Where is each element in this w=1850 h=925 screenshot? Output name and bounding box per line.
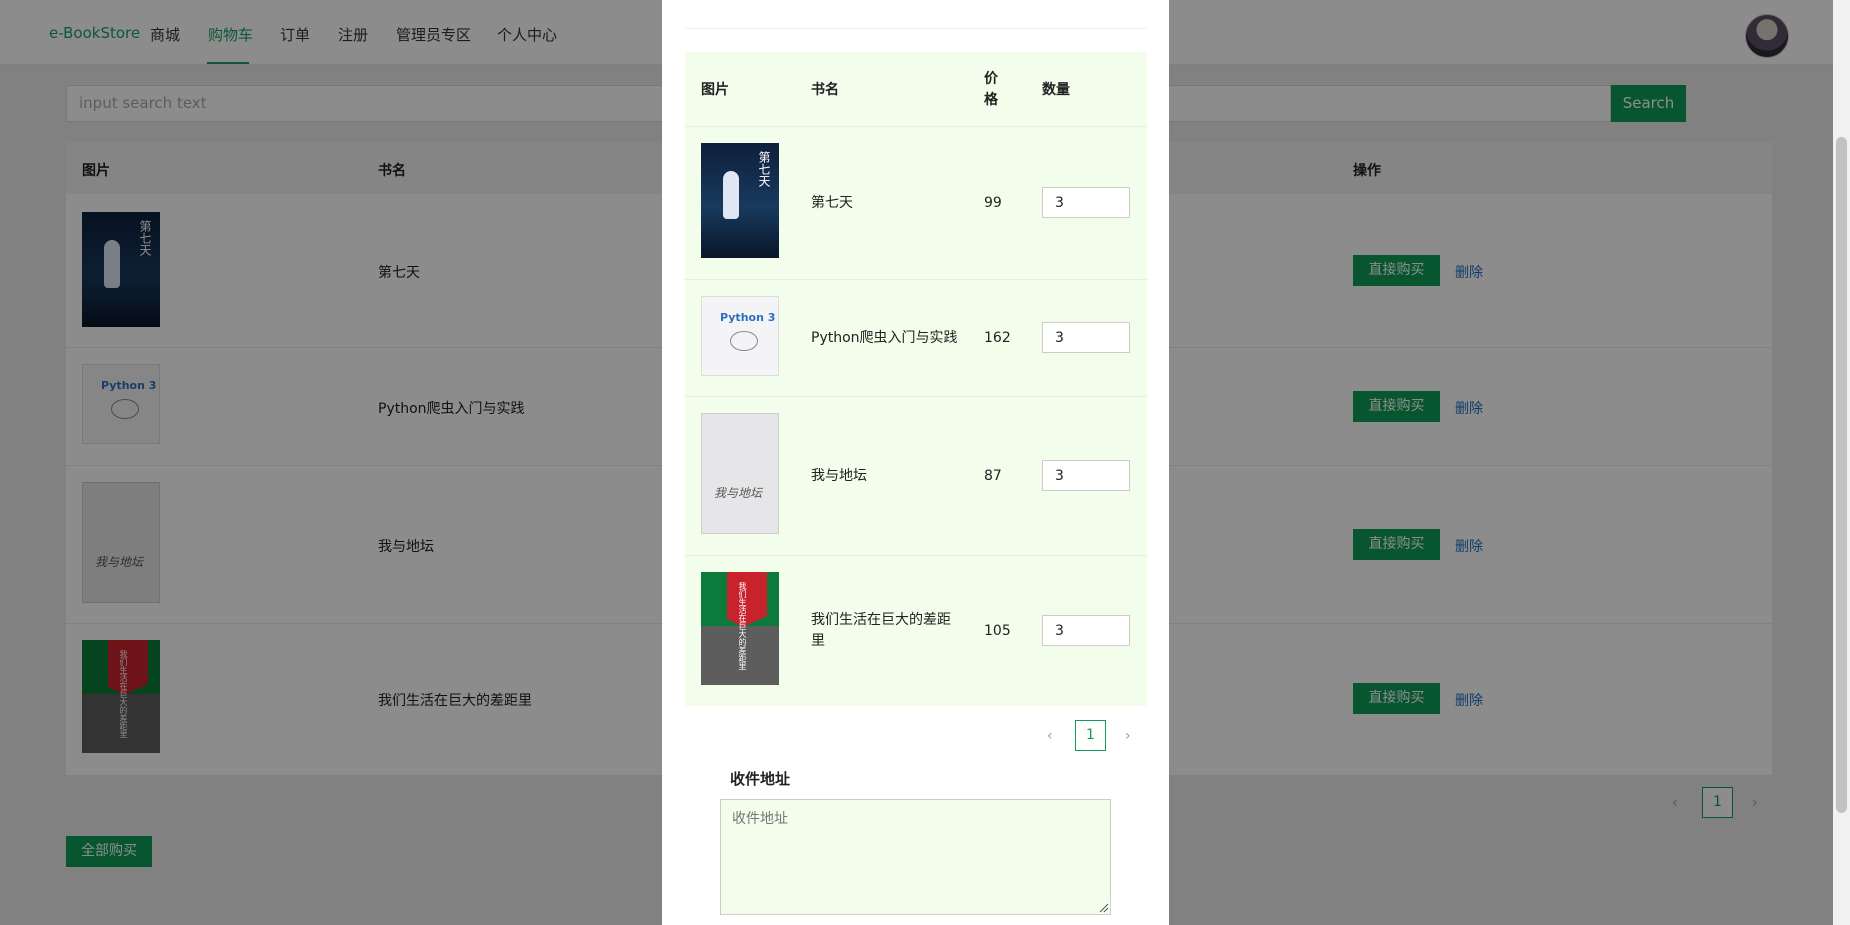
- chevron-left-icon[interactable]: ‹: [1047, 728, 1053, 744]
- table-row: 我们生活在巨大的差距里 我们生活在巨大的差距里 105: [685, 556, 1147, 706]
- book-price: 105: [984, 623, 1011, 639]
- header-name: 书名: [811, 82, 839, 98]
- book-cover: 我与地坛: [701, 413, 779, 534]
- quantity-input[interactable]: [1042, 187, 1130, 218]
- header-price: 价格: [984, 71, 998, 108]
- order-table-header: 图片 书名 价格 数量: [685, 52, 1147, 127]
- table-row: 第七天 第七天 99: [685, 127, 1147, 280]
- quantity-input[interactable]: [1042, 460, 1130, 491]
- book-name: Python爬虫入门与实践: [811, 330, 958, 346]
- checkout-modal: 图片 书名 价格 数量 第七天 第七天 99 Python 3 Python爬虫…: [662, 0, 1169, 925]
- address-textarea[interactable]: [720, 799, 1111, 915]
- resize-handle-icon[interactable]: [1099, 903, 1109, 913]
- book-cover: 第七天: [701, 143, 779, 258]
- chevron-right-icon[interactable]: ›: [1125, 728, 1131, 744]
- order-table: 图片 书名 价格 数量 第七天 第七天 99 Python 3 Python爬虫…: [685, 52, 1147, 706]
- address-label: 收件地址: [730, 770, 791, 788]
- quantity-input[interactable]: [1042, 322, 1130, 353]
- header-quantity: 数量: [1042, 82, 1070, 98]
- book-name: 第七天: [811, 195, 853, 211]
- book-cover: 我们生活在巨大的差距里: [701, 572, 779, 685]
- book-name: 我与地坛: [811, 468, 867, 484]
- book-cover: Python 3: [701, 296, 779, 376]
- divider: [685, 28, 1147, 29]
- table-row: Python 3 Python爬虫入门与实践 162: [685, 280, 1147, 397]
- page-number[interactable]: 1: [1075, 720, 1106, 751]
- quantity-input[interactable]: [1042, 615, 1130, 646]
- book-name: 我们生活在巨大的差距里: [811, 612, 951, 649]
- book-price: 99: [984, 195, 1002, 211]
- book-price: 87: [984, 468, 1002, 484]
- book-price: 162: [984, 330, 1011, 346]
- scrollbar-thumb[interactable]: [1836, 137, 1847, 813]
- table-row: 我与地坛 我与地坛 87: [685, 397, 1147, 556]
- header-image: 图片: [701, 82, 729, 98]
